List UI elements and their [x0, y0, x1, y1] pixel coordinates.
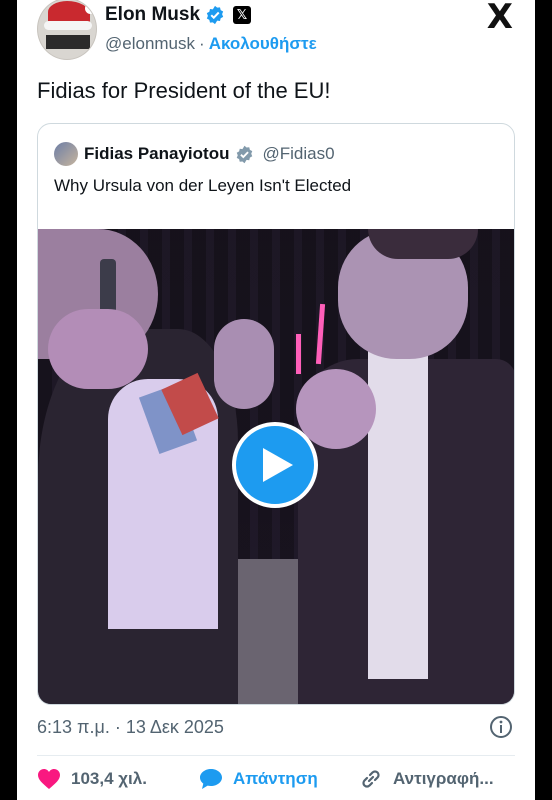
video-pink-light-2: [296, 334, 301, 374]
follow-button[interactable]: Ακολουθήστε: [209, 34, 317, 54]
quoted-text: Why Ursula von der Leyen Isn't Elected: [54, 176, 352, 195]
copy-link-button[interactable]: Αντιγραφή...: [359, 767, 494, 791]
quoted-tweet[interactable]: Fidias Panayiotou @Fidias0 Why Ursula vo…: [37, 123, 515, 705]
heart-icon: [38, 769, 60, 789]
hat-pompom: [85, 3, 96, 14]
close-icon[interactable]: X: [487, 0, 513, 34]
avatar-shirt: [46, 35, 90, 49]
like-button[interactable]: 103,4 χιλ.: [37, 768, 199, 790]
tweet-text: Fidias for President of the EU!: [37, 78, 331, 103]
video-hand-left: [48, 309, 148, 389]
reply-bubble-icon: [200, 769, 222, 789]
tweet-card: Elon Musk 𝕏 @elonmusk · Ακολουθήστε X Fi…: [17, 0, 535, 800]
video-person-right-shirt: [368, 349, 428, 679]
quoted-header: Fidias Panayiotou @Fidias0: [54, 142, 335, 166]
quoted-avatar[interactable]: [54, 142, 78, 166]
action-bar: 103,4 χιλ. Απάντηση Αντιγραφή...: [37, 767, 527, 791]
x-logo-icon: 𝕏: [233, 6, 252, 24]
hat-trim: [44, 21, 92, 30]
copy-label: Αντιγραφή...: [393, 769, 494, 788]
video-hand-center: [214, 319, 274, 409]
video-player[interactable]: [38, 229, 514, 704]
play-icon: [263, 448, 293, 482]
play-button[interactable]: [232, 422, 318, 508]
reply-button[interactable]: Απάντηση: [199, 768, 359, 790]
author-name[interactable]: Elon Musk: [105, 4, 200, 26]
video-person-right-hair: [368, 229, 478, 259]
author-name-row: Elon Musk 𝕏: [105, 4, 252, 26]
author-handle-row: @elonmusk · Ακολουθήστε: [105, 34, 317, 54]
verified-badge-icon: [237, 145, 253, 163]
author-handle[interactable]: @elonmusk: [105, 34, 195, 54]
separator-dot: ·: [199, 34, 205, 53]
like-count: 103,4 χιλ.: [71, 769, 147, 788]
author-avatar[interactable]: [37, 0, 97, 60]
tweet-timestamp[interactable]: 6:13 π.μ. · 13 Δεκ 2025: [37, 717, 224, 738]
link-icon: [362, 770, 380, 788]
quoted-author-handle[interactable]: @Fidias0: [262, 144, 334, 164]
quoted-author-name[interactable]: Fidias Panayiotou: [84, 144, 229, 164]
reply-label: Απάντηση: [233, 769, 318, 788]
divider: [37, 755, 515, 756]
info-icon[interactable]: [489, 715, 513, 739]
verified-badge-icon: [206, 5, 224, 25]
